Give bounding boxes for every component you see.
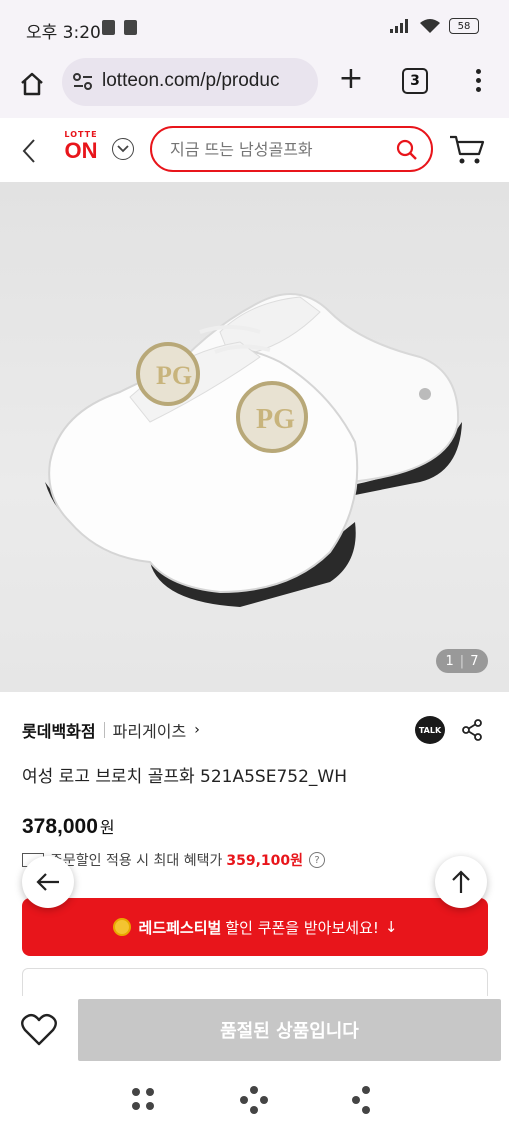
recents-nav-button[interactable] <box>130 1086 158 1114</box>
more-vert-icon[interactable] <box>468 66 488 96</box>
seller-row[interactable]: 롯데백화점 파리게이츠 › <box>22 718 200 742</box>
brand-name[interactable]: 파리게이츠 <box>113 718 187 742</box>
search-icon[interactable] <box>395 138 419 162</box>
svg-text:PG: PG <box>256 404 295 435</box>
soldout-button[interactable]: 품절된 상품입니다 <box>78 999 501 1061</box>
talk-icon[interactable]: TALK <box>415 716 445 744</box>
info-icon[interactable]: ? <box>309 852 326 868</box>
svg-text:PG: PG <box>156 361 192 390</box>
floating-back-button[interactable] <box>22 856 74 908</box>
home-icon <box>21 72 43 96</box>
golf-shoes-image: PG PG <box>45 293 462 607</box>
product-image[interactable]: PG PG 1 | 7 <box>0 182 509 692</box>
status-bar: 오후 3:20 58 <box>0 0 509 56</box>
back-chevron-icon[interactable] <box>18 136 42 166</box>
chevron-right-icon: › <box>194 722 200 738</box>
arrow-up-icon <box>452 870 470 893</box>
image-page-indicator: 1 | 7 <box>436 649 488 673</box>
status-time: 오후 3:20 <box>26 23 101 43</box>
lotte-on-logo[interactable]: LOTTE ON <box>58 130 104 170</box>
coupon-banner[interactable]: 레드페스티벌 할인 쿠폰을 받아보세요! ↓ <box>22 898 488 956</box>
plus-icon: + <box>338 61 364 96</box>
signal-icon <box>390 19 408 33</box>
home-nav-button[interactable] <box>240 1086 268 1114</box>
url-bar[interactable]: lotteon.com/p/produc <box>62 58 318 106</box>
tabs-button[interactable]: 3 <box>402 68 428 94</box>
coin-icon <box>112 918 131 936</box>
status-indicators: 58 <box>389 18 479 34</box>
heart-icon[interactable] <box>20 1012 58 1048</box>
product-price: 378,000 원 <box>22 815 115 838</box>
back-nav-button[interactable] <box>350 1086 378 1114</box>
bottom-action-bar: 품절된 상품입니다 <box>0 996 509 1066</box>
pdf-notification-icon <box>102 20 115 35</box>
service-dropdown-button[interactable] <box>112 138 134 160</box>
share-icon[interactable] <box>460 718 484 742</box>
pdf-notification-icon <box>124 20 137 35</box>
site-settings-icon[interactable] <box>72 72 94 92</box>
cart-icon[interactable] <box>448 132 486 166</box>
chevron-down-icon <box>117 145 129 153</box>
search-input[interactable] <box>170 140 390 159</box>
benefit-price: 359,100원 <box>226 853 304 869</box>
url-text[interactable]: lotteon.com/p/produc <box>102 70 310 92</box>
browser-toolbar: lotteon.com/p/produc + 3 <box>0 56 509 118</box>
divider <box>103 722 105 738</box>
download-arrow-icon: ↓ <box>384 918 398 936</box>
product-title: 여성 로고 브로치 골프화 521A5SE752_WH <box>22 767 347 787</box>
new-tab-button[interactable]: + <box>336 64 366 94</box>
arrow-left-icon <box>36 873 59 891</box>
battery-icon: 58 <box>449 18 479 34</box>
seller-name[interactable]: 롯데백화점 <box>22 718 96 742</box>
scroll-top-button[interactable] <box>435 856 487 908</box>
system-nav-bar <box>0 1066 509 1131</box>
wifi-icon <box>420 19 440 33</box>
home-button[interactable] <box>14 66 50 102</box>
search-box[interactable] <box>150 126 433 172</box>
site-header: LOTTE ON <box>0 118 509 182</box>
